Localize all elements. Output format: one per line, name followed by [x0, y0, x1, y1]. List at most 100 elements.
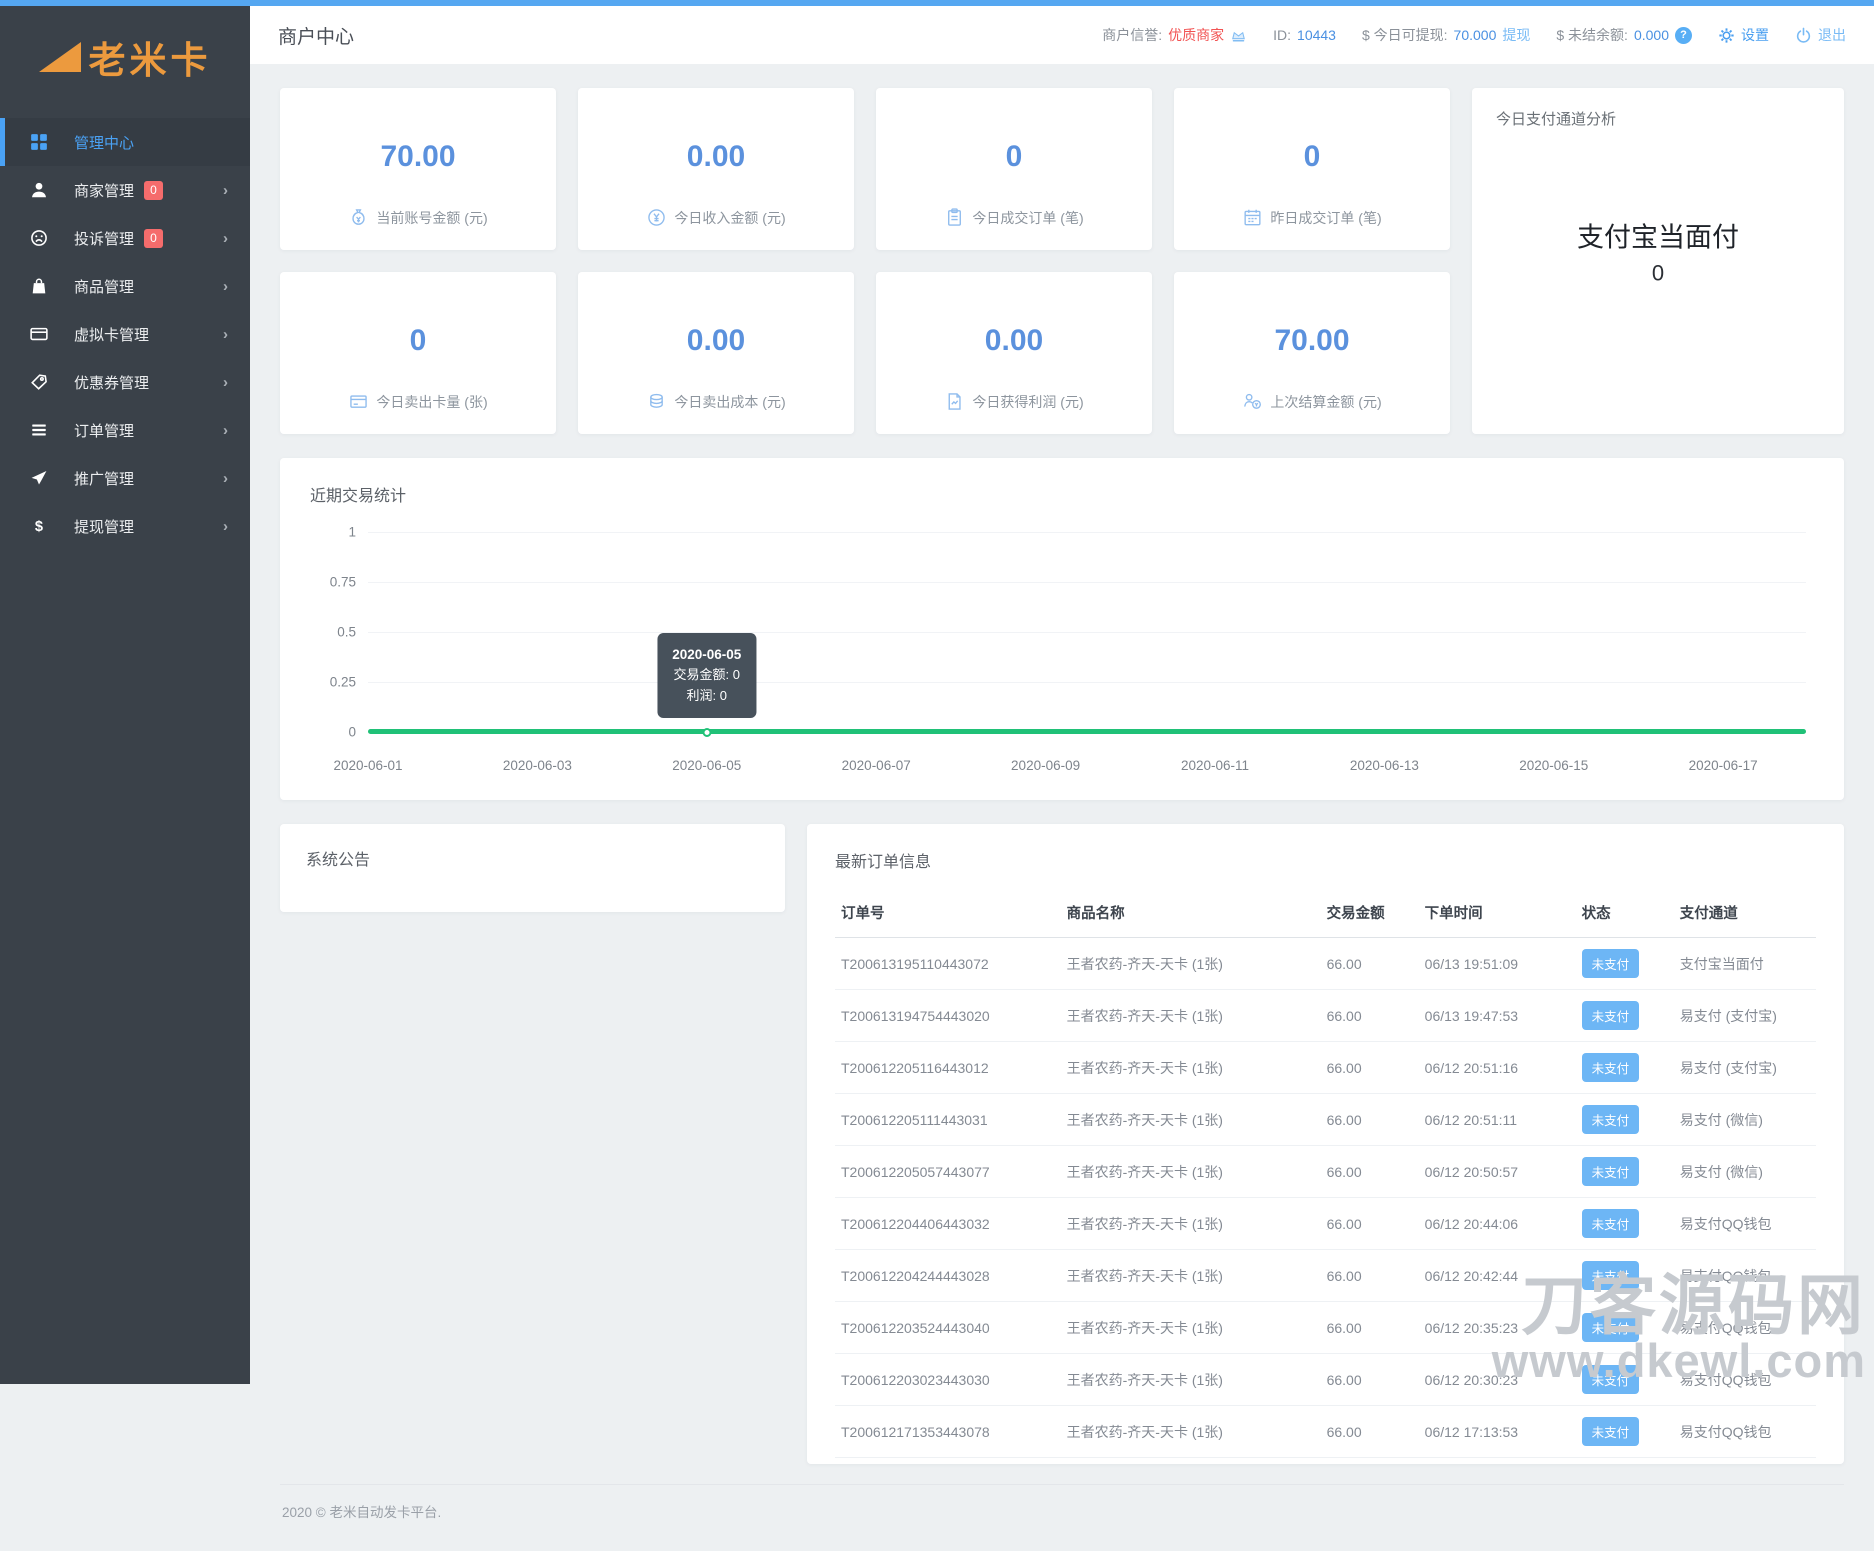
- order-time-cell: 06/12 20:50:57: [1418, 1145, 1576, 1198]
- x-axis-tick: 2020-06-15: [1519, 758, 1589, 773]
- order-row: T200612204406443032 王者农药-齐天-天卡 (1张) 66.0…: [835, 1197, 1816, 1250]
- stat-label-text: 今日收入金额 (元): [674, 209, 786, 226]
- logout-button[interactable]: 退出: [1795, 25, 1846, 45]
- crown-icon: [1230, 27, 1247, 44]
- status-badge: 未支付: [1581, 1365, 1640, 1394]
- stat-label: 昨日成交订单 (笔): [1242, 207, 1382, 228]
- order-product-cell: 王者农药-齐天-天卡 (1张): [1060, 1197, 1321, 1250]
- order-product-cell: 王者农药-齐天-天卡 (1张): [1060, 1405, 1321, 1458]
- stat-label: 今日获得利润 (元): [944, 391, 1084, 412]
- order-row: T200612203023443030 王者农药-齐天-天卡 (1张) 66.0…: [835, 1353, 1816, 1406]
- tooltip-amount: 交易金额: 0: [672, 665, 741, 686]
- sidebar-item-order[interactable]: 订单管理 ›: [0, 406, 250, 454]
- order-channel-cell: 易支付 (支付宝): [1673, 1041, 1816, 1094]
- stat-card-cards-sold: 0 今日卖出卡量 (张): [280, 272, 556, 434]
- order-amount-cell: 66.00: [1320, 1353, 1419, 1406]
- order-product-cell: 王者农药-齐天-天卡 (1张): [1060, 1093, 1321, 1146]
- y-axis-tick: 0.75: [329, 574, 356, 590]
- sidebar-item-promotion[interactable]: 推广管理 ›: [0, 454, 250, 502]
- content: 70.00 当前账号金额 (元) 0.00 今日收入金额 (元) 0 今日成交订…: [250, 64, 1874, 1551]
- order-row: T200612205111443031 王者农药-齐天-天卡 (1张) 66.0…: [835, 1093, 1816, 1146]
- withdraw-link[interactable]: 提现: [1502, 25, 1530, 45]
- order-row: T200612203524443040 王者农药-齐天-天卡 (1张) 66.0…: [835, 1301, 1816, 1354]
- order-row: T200612205116443012 王者农药-齐天-天卡 (1张) 66.0…: [835, 1041, 1816, 1094]
- sidebar-item-icon: [30, 181, 48, 199]
- stat-card-income-today: 0.00 今日收入金额 (元): [578, 88, 854, 250]
- page-title: 商户中心: [278, 26, 355, 48]
- chart-title: 近期交易统计: [310, 488, 407, 505]
- unsettled-balance: $ 未结余额: 0.000 ?: [1556, 25, 1692, 45]
- order-row: T200612205057443077 王者农药-齐天-天卡 (1张) 66.0…: [835, 1145, 1816, 1198]
- y-axis-tick: 0.25: [329, 674, 356, 690]
- status-badge: 未支付: [1581, 1417, 1640, 1446]
- column-header: 下单时间: [1418, 888, 1576, 938]
- sidebar-item-label: 管理中心: [74, 134, 135, 152]
- order-amount-cell: 66.00: [1320, 989, 1419, 1042]
- order-amount-cell: 66.00: [1320, 1405, 1419, 1458]
- transaction-line-series: [368, 729, 1806, 734]
- sidebar-item-icon: [30, 469, 48, 487]
- stat-card-cost-today: 0.00 今日卖出成本 (元): [578, 272, 854, 434]
- tooltip-amount-label: 交易金额:: [673, 667, 730, 683]
- order-id-cell: T200612203023443030: [835, 1353, 1061, 1406]
- stat-card-icon: [1242, 207, 1263, 228]
- status-badge: 未支付: [1581, 1053, 1640, 1082]
- settings-button[interactable]: 设置: [1718, 25, 1769, 45]
- sidebar-item-complaint[interactable]: 投诉管理 0 ›: [0, 214, 250, 262]
- sidebar: 老米卡 管理中心 商家管理 0 › 投诉管理 0 › 商品管理 › 虚拟卡管理 …: [0, 6, 250, 1384]
- stat-label: 今日卖出成本 (元): [646, 391, 786, 412]
- sidebar-item-label: 投诉管理: [74, 230, 135, 248]
- stat-card-balance: 70.00 当前账号金额 (元): [280, 88, 556, 250]
- sidebar-item-icon: [30, 277, 48, 295]
- order-id-cell: T200612204244443028: [835, 1249, 1061, 1302]
- sidebar-item-product[interactable]: 商品管理 ›: [0, 262, 250, 310]
- sidebar-item-virtual-card[interactable]: 虚拟卡管理 ›: [0, 310, 250, 358]
- order-status-cell: 未支付: [1575, 1041, 1674, 1094]
- order-row: T200613194754443020 王者农药-齐天-天卡 (1张) 66.0…: [835, 989, 1816, 1042]
- latest-orders-card: 最新订单信息 订单号 商品名称 交易金额 下单时间 状态 支付通道 T20061…: [807, 824, 1844, 1464]
- stat-label-text: 今日成交订单 (笔): [972, 209, 1084, 226]
- sidebar-item-withdraw[interactable]: 提现管理 ›: [0, 502, 250, 550]
- order-time-cell: 06/13 19:51:09: [1418, 937, 1576, 990]
- unsettled-label: $ 未结余额:: [1556, 27, 1628, 43]
- data-point-marker[interactable]: [702, 727, 712, 737]
- order-product-cell: 王者农药-齐天-天卡 (1张): [1060, 937, 1321, 990]
- stat-label-text: 今日卖出卡量 (张): [376, 393, 488, 410]
- stat-card-icon: [646, 207, 667, 228]
- logo: 老米卡: [0, 6, 250, 108]
- settings-label: 设置: [1741, 27, 1769, 43]
- chart-x-axis: 2020-06-01 2020-06-03 2020-06-05 2020-06-07…: [333, 758, 1806, 778]
- count-badge: 0: [144, 180, 164, 200]
- order-time-cell: 06/12 20:51:16: [1418, 1041, 1576, 1094]
- tooltip-date: 2020-06-05: [672, 646, 742, 662]
- stat-card-icon: [646, 391, 667, 412]
- help-icon[interactable]: ?: [1675, 26, 1692, 44]
- stat-value: 0: [1303, 140, 1321, 173]
- sidebar-menu: 管理中心 商家管理 0 › 投诉管理 0 › 商品管理 › 虚拟卡管理 › 优惠…: [0, 118, 250, 550]
- order-amount-cell: 66.00: [1320, 937, 1419, 990]
- merchant-reputation: 商户信誉: 优质商家: [1102, 25, 1247, 45]
- stat-card-icon: [944, 391, 965, 412]
- count-badge: 0: [144, 228, 164, 248]
- stat-label: 今日成交订单 (笔): [944, 207, 1084, 228]
- channel-value: 0: [1651, 260, 1665, 286]
- x-axis-tick: 2020-06-11: [1180, 758, 1249, 773]
- tooltip-amount-value: 0: [732, 667, 741, 683]
- order-product-cell: 王者农药-齐天-天卡 (1张): [1060, 989, 1321, 1042]
- order-id-cell: T200612204406443032: [835, 1197, 1061, 1250]
- y-axis-tick: 0: [348, 724, 356, 740]
- sidebar-item-dashboard[interactable]: 管理中心: [0, 118, 250, 166]
- top-accent-strip: [0, 0, 1874, 6]
- chevron-right-icon: ›: [223, 181, 228, 199]
- order-time-cell: 06/12 20:51:11: [1418, 1093, 1576, 1146]
- order-status-cell: 未支付: [1575, 1145, 1674, 1198]
- order-id-cell: T200612171353443078: [835, 1405, 1061, 1458]
- sidebar-item-coupon[interactable]: 优惠券管理 ›: [0, 358, 250, 406]
- order-id-cell: T200612205116443012: [835, 1041, 1061, 1094]
- order-channel-cell: 易支付QQ钱包: [1673, 1197, 1816, 1250]
- sidebar-item-merchant[interactable]: 商家管理 0 ›: [0, 166, 250, 214]
- channel-panel-body: 支付宝当面付 0: [1472, 215, 1844, 286]
- order-product-cell: 王者农药-齐天-天卡 (1张): [1060, 1041, 1321, 1094]
- order-time-cell: 06/12 17:13:53: [1418, 1405, 1576, 1458]
- stat-value: 70.00: [1274, 324, 1350, 357]
